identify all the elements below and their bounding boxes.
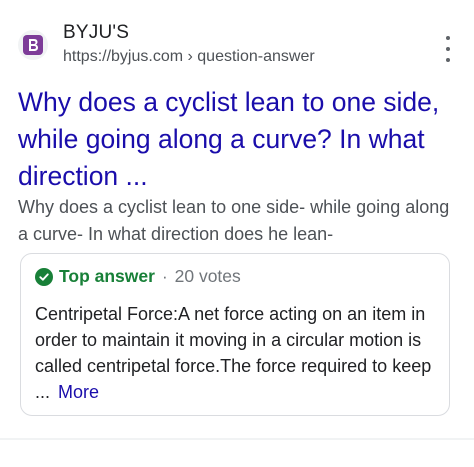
answer-body: Centripetal Force:A net force acting on … — [35, 304, 432, 376]
breadcrumb-path: question-answer — [197, 48, 315, 65]
top-answer-label: Top answer — [59, 266, 155, 286]
check-circle-icon — [35, 267, 53, 286]
answer-ellipsis: ... — [35, 382, 51, 402]
site-url-breadcrumb[interactable]: https://byjus.com › question-answer — [63, 48, 315, 66]
top-answer-card[interactable]: Top answer · 20 votes Centripetal Force:… — [20, 253, 450, 416]
result-title-link[interactable]: Why does a cyclist lean to one side, whi… — [18, 84, 463, 195]
byjus-logo-icon — [23, 35, 43, 55]
site-favicon — [18, 30, 48, 60]
more-vert-icon[interactable] — [442, 36, 454, 62]
site-name[interactable]: BYJU'S — [63, 22, 129, 44]
source-row[interactable]: BYJU'S https://byjus.com › question-answ… — [18, 16, 458, 70]
section-divider — [0, 438, 474, 440]
vote-count: 20 votes — [174, 266, 241, 286]
dot-separator: · — [161, 266, 168, 286]
top-answer-header: Top answer · 20 votes — [35, 266, 241, 287]
site-url: https://byjus.com — [63, 48, 184, 65]
byjus-letter-mark — [29, 39, 38, 51]
answer-text: Centripetal Force:A net force acting on … — [35, 301, 443, 405]
breadcrumb-separator: › — [187, 48, 193, 65]
search-result-card: BYJU'S https://byjus.com › question-answ… — [0, 0, 474, 467]
result-snippet: Why does a cyclist lean to one side- whi… — [18, 197, 450, 244]
more-link[interactable]: More — [58, 382, 99, 402]
